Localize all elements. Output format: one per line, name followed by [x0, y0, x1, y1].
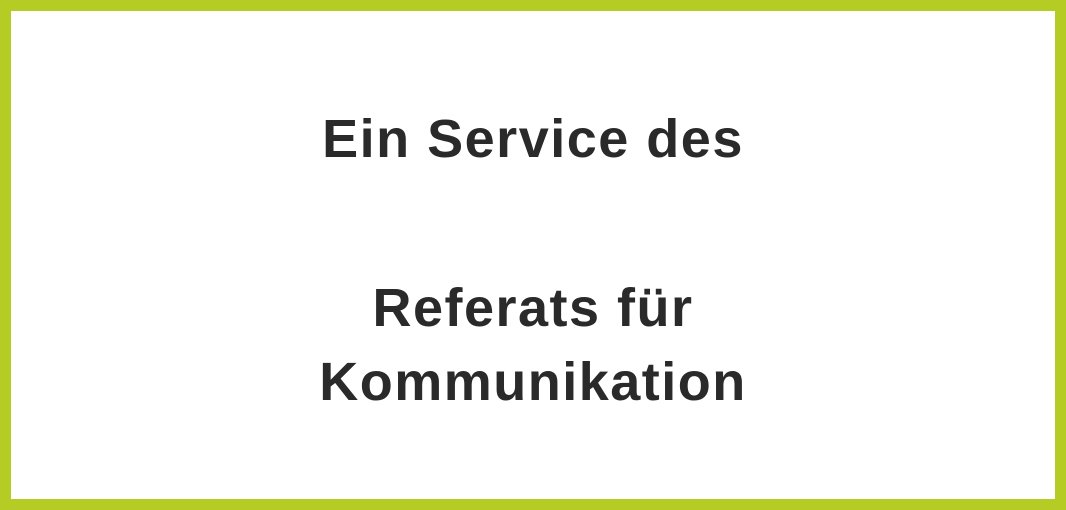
service-banner: Ein Service des Referats für Kommunikati…: [0, 0, 1066, 510]
banner-text: Ein Service des Referats für Kommunikati…: [11, 11, 1055, 499]
banner-line-kommunikation: Kommunikation: [319, 352, 747, 412]
banner-line-service: Ein Service des: [322, 109, 744, 169]
banner-line-referat: Referats für: [372, 278, 694, 338]
